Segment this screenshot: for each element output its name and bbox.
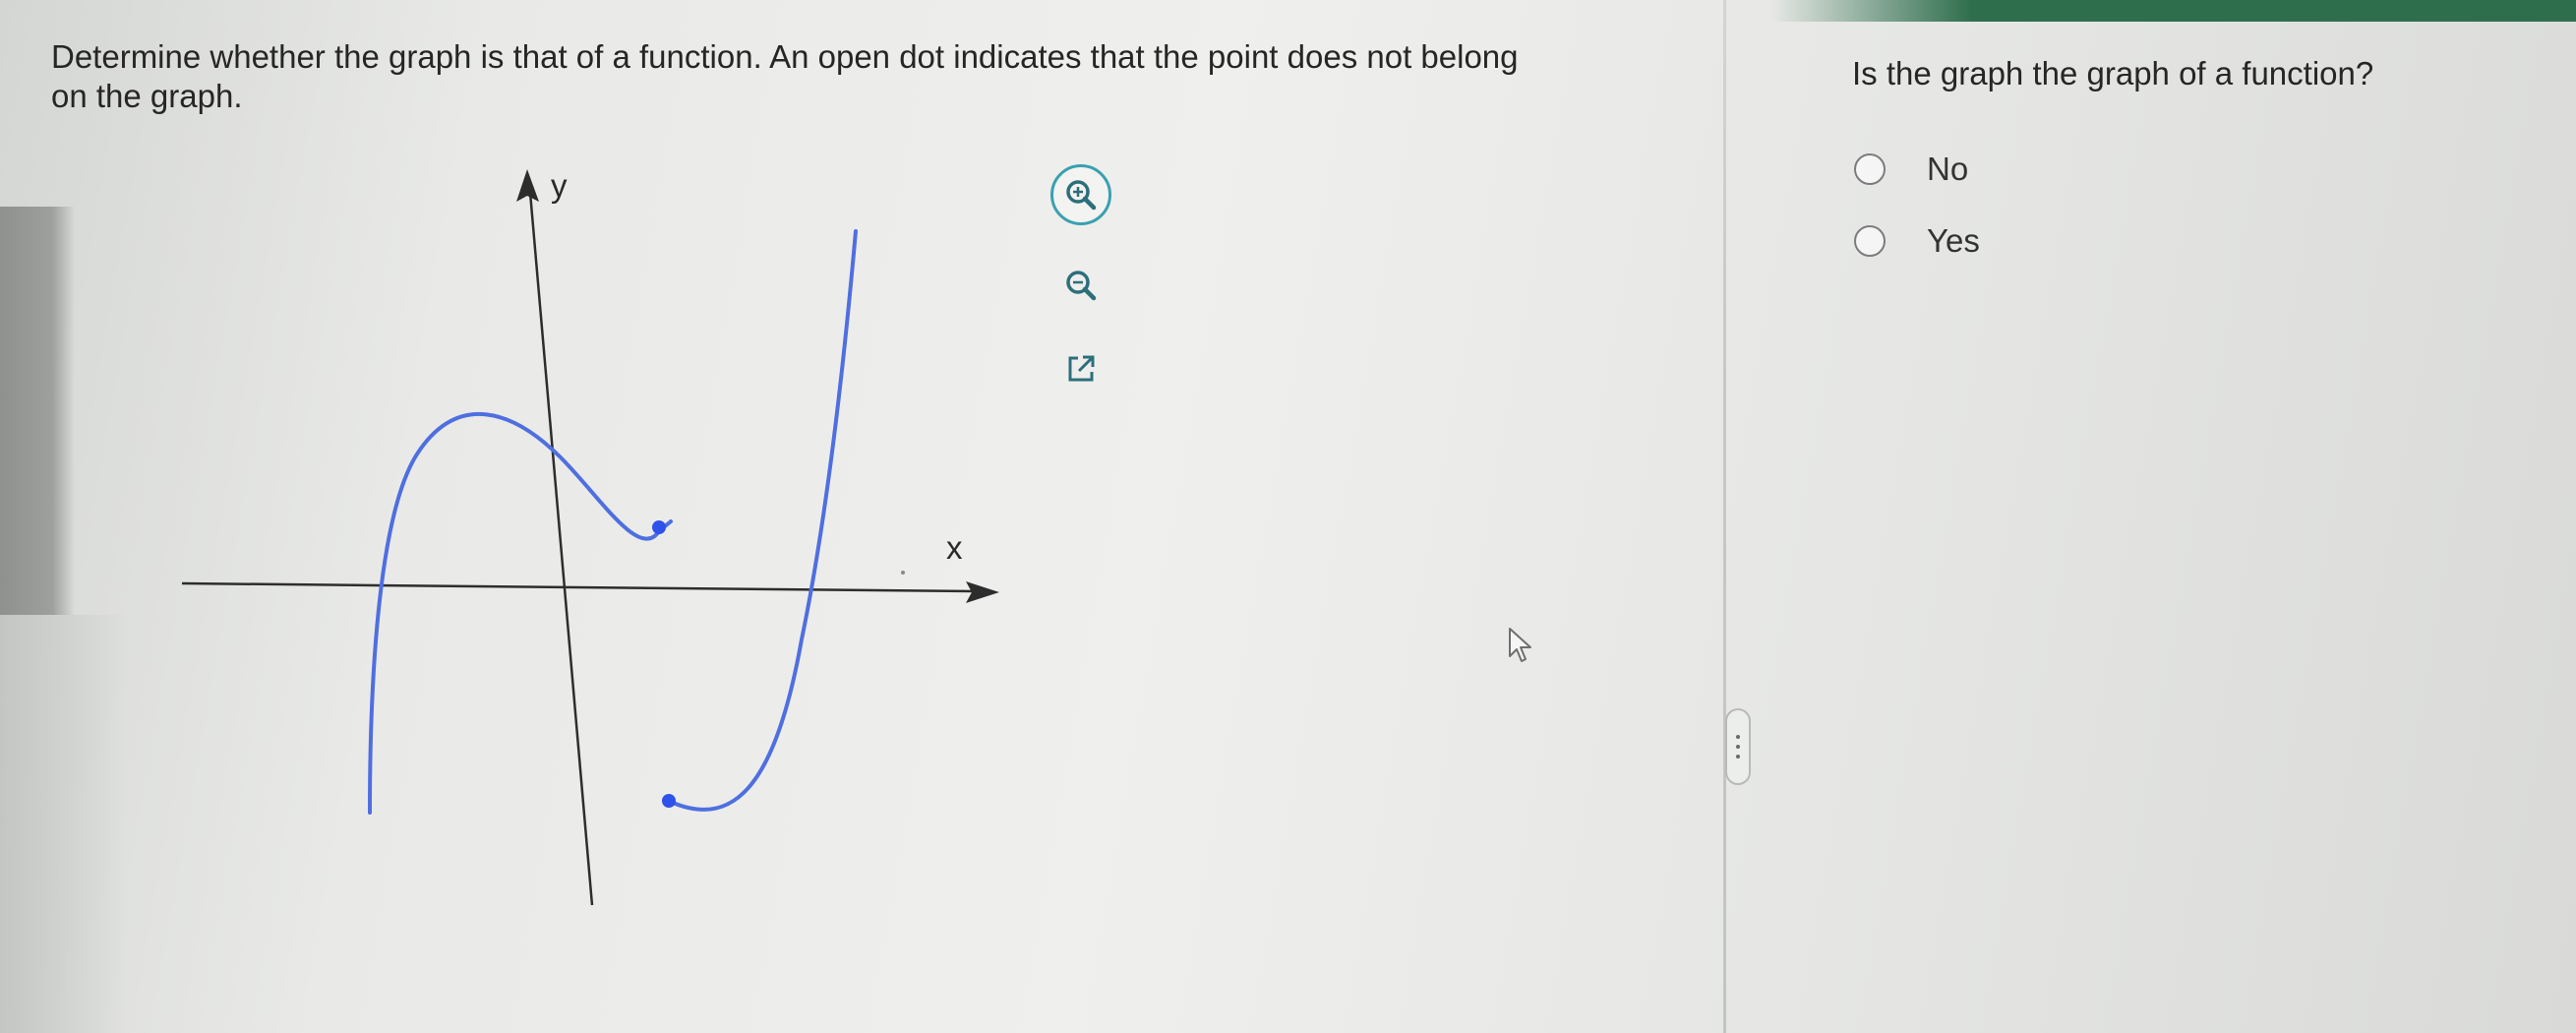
- zoom-out-button[interactable]: [1050, 255, 1111, 316]
- curve-left-branch: [368, 411, 673, 815]
- handle-dot: [1736, 755, 1740, 759]
- y-axis-arrow: [516, 169, 539, 202]
- radio-button-no[interactable]: [1854, 153, 1886, 185]
- graph-panel: y x: [181, 148, 1013, 925]
- curve-right-endpoint-dot: [662, 794, 676, 808]
- curve-left-endpoint-dot: [652, 520, 666, 534]
- answer-prompt: Is the graph the graph of a function?: [1852, 55, 2374, 91]
- option-no[interactable]: No: [1854, 150, 1968, 189]
- function-graph: y x: [181, 167, 999, 906]
- y-axis-label: y: [551, 167, 568, 204]
- external-link-icon: [1068, 355, 1095, 382]
- handle-dot: [1736, 745, 1740, 749]
- x-axis: [181, 581, 975, 593]
- radio-button-yes[interactable]: [1854, 225, 1886, 257]
- y-axis: [527, 180, 594, 906]
- curve-right-branch: [669, 229, 858, 812]
- top-accent-bar: [1770, 0, 2576, 22]
- option-yes-label: Yes: [1927, 222, 1980, 259]
- pane-resize-handle[interactable]: [1725, 708, 1751, 785]
- zoom-in-icon: [1066, 180, 1097, 211]
- left-window-edge: [0, 207, 75, 615]
- x-axis-label: x: [946, 529, 963, 566]
- question-line-2: on the graph.: [51, 78, 243, 114]
- option-no-label: No: [1927, 151, 1969, 187]
- x-axis-tick-mark: [901, 571, 905, 575]
- zoom-out-icon: [1066, 271, 1097, 301]
- handle-dot: [1736, 735, 1740, 739]
- left-window-shadow: [0, 615, 128, 1033]
- open-in-new-window-button[interactable]: [1050, 338, 1111, 399]
- option-yes[interactable]: Yes: [1854, 221, 1980, 261]
- question-text: Determine whether the graph is that of a…: [51, 37, 1704, 116]
- pane-divider: [1723, 0, 1726, 1033]
- mouse-cursor-icon: [1509, 628, 1531, 662]
- zoom-in-button[interactable]: [1050, 164, 1111, 225]
- question-line-1: Determine whether the graph is that of a…: [51, 38, 1519, 75]
